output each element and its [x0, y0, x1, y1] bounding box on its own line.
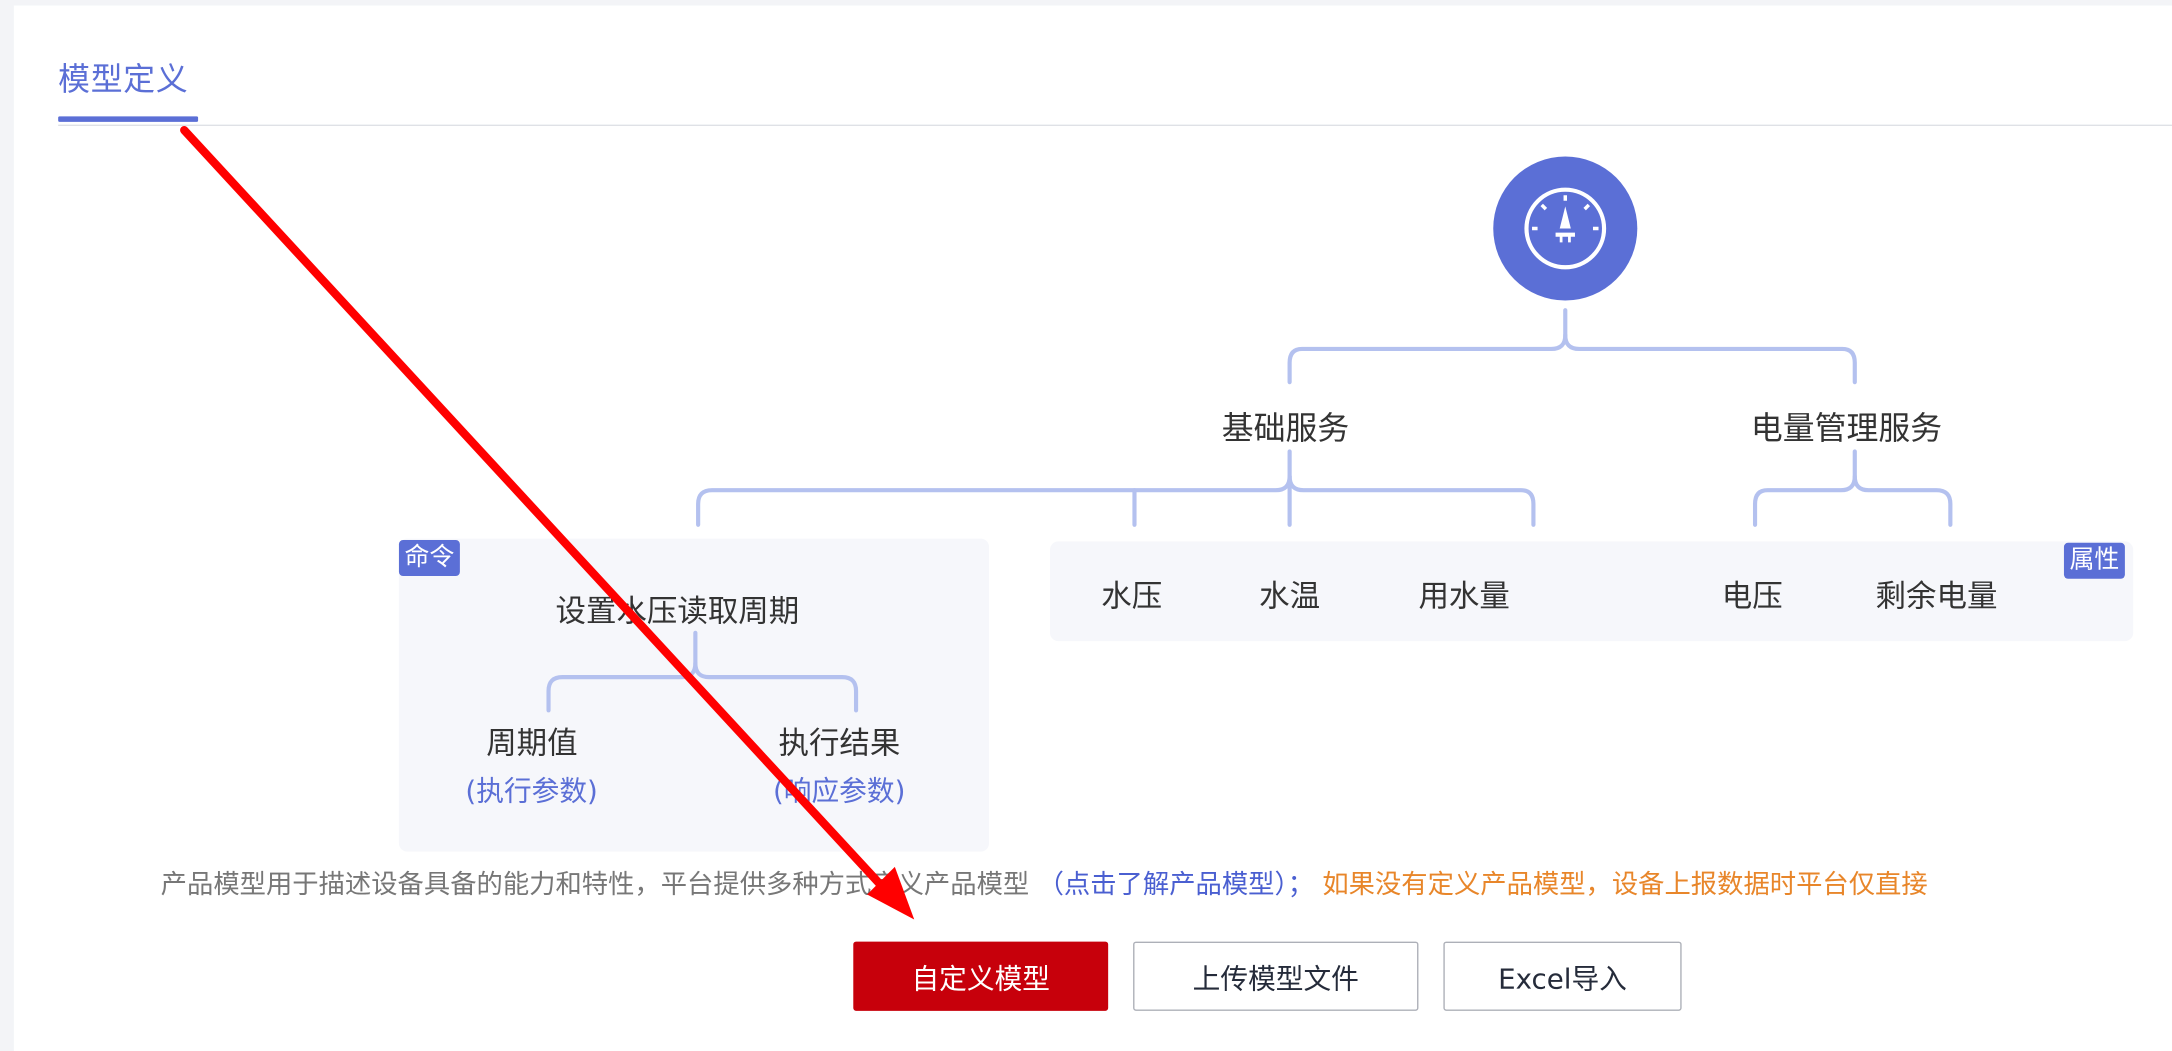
property-card: 水压 水温 用水量 电压 剩余电量 — [1049, 541, 2134, 642]
description-warning: 如果没有定义产品模型，设备上报数据时平台仅直接 — [1322, 869, 1928, 901]
param-type-response: (响应参数) — [772, 774, 906, 808]
command-card: 命令 设置水压读取周期 周期值 (执行参数) 执行结果 (响应参数) — [398, 538, 990, 852]
property-water-usage: 用水量 — [1418, 580, 1510, 615]
service-basic: 基础服务 — [1221, 411, 1350, 448]
service-power-management: 电量管理服务 — [1750, 411, 1943, 448]
description-text: 产品模型用于描述设备具备的能力和特性，平台提供多种方式定义产品模型 — [160, 869, 1030, 901]
custom-model-button[interactable]: 自定义模型 — [853, 941, 1109, 1011]
param-name-period: 周期值 — [486, 726, 578, 762]
property-remaining-power: 剩余电量 — [1875, 580, 1998, 615]
model-description: 产品模型用于描述设备具备的能力和特性，平台提供多种方式定义产品模型 （点击了解产… — [161, 864, 1928, 901]
param-type-exec: (执行参数) — [465, 774, 598, 808]
command-connectors — [546, 630, 859, 713]
property-water-pressure: 水压 — [1101, 580, 1163, 615]
property-badge: 属性 — [2063, 542, 2125, 579]
learn-model-link[interactable]: （点击了解产品模型）； — [1038, 870, 1314, 900]
param-name-result: 执行结果 — [778, 726, 901, 762]
excel-import-button[interactable]: Excel导入 — [1443, 941, 1682, 1011]
property-water-temperature: 水温 — [1259, 580, 1321, 615]
property-voltage: 电压 — [1721, 580, 1783, 615]
stage: 模型定义 基础服务 电量管理服务 命令 设置水压读取周期 周期值 (执行参数) … — [0, 0, 2172, 1051]
upload-model-file-button[interactable]: 上传模型文件 — [1133, 941, 1419, 1011]
gauge-icon — [1493, 156, 1638, 301]
model-definition-panel: 模型定义 基础服务 电量管理服务 命令 设置水压读取周期 周期值 (执行参数) … — [13, 5, 2172, 1051]
